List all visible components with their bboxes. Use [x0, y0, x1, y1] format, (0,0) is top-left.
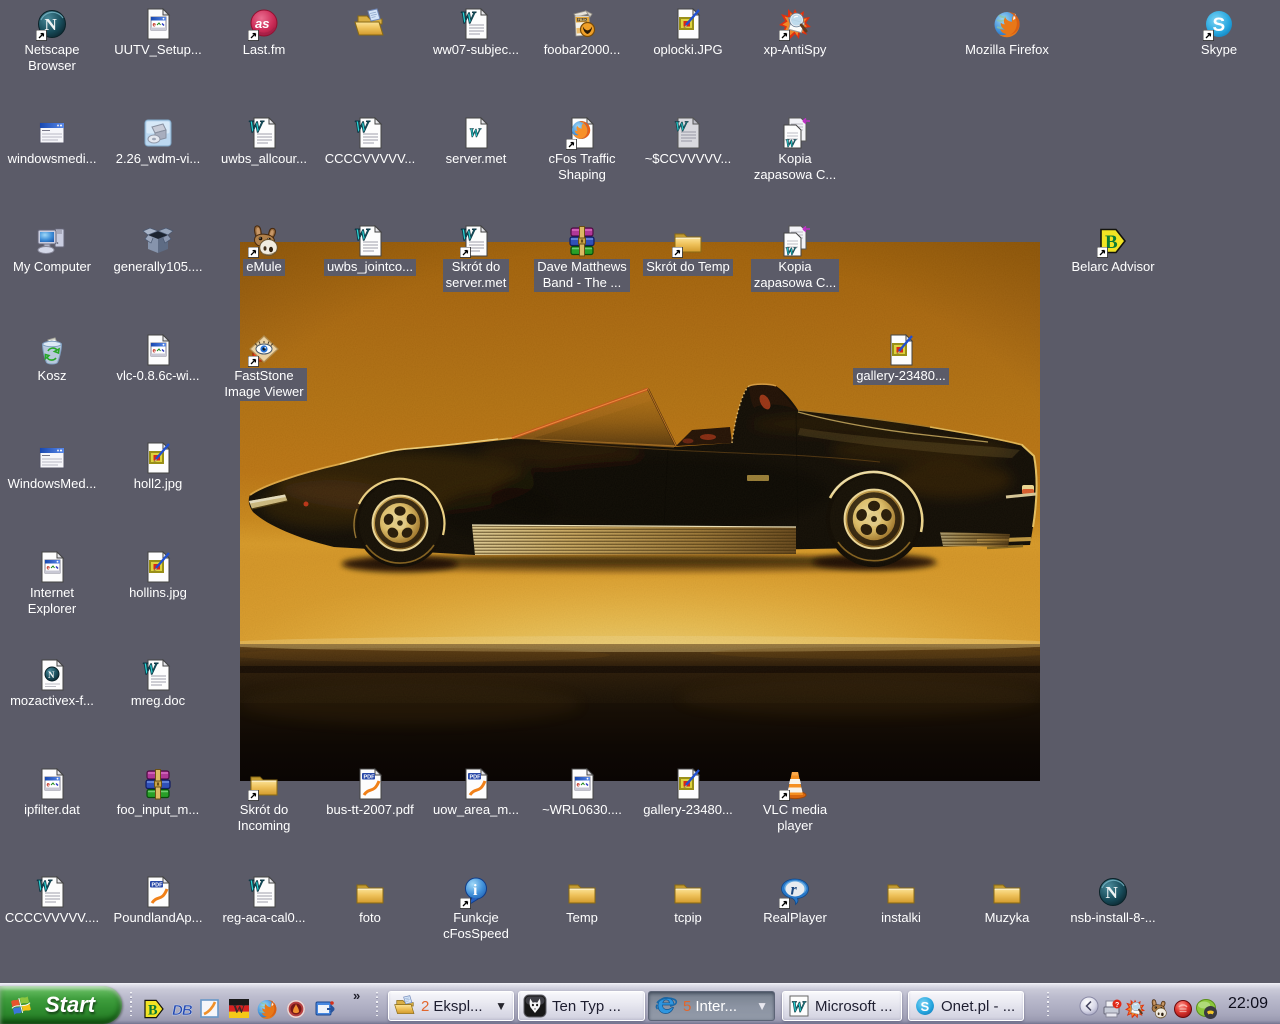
svg-text:?: ?	[1115, 1002, 1119, 1009]
svg-text:DB: DB	[172, 1002, 192, 1019]
svg-text:W: W	[791, 999, 807, 1016]
svg-text:W: W	[233, 1002, 245, 1016]
